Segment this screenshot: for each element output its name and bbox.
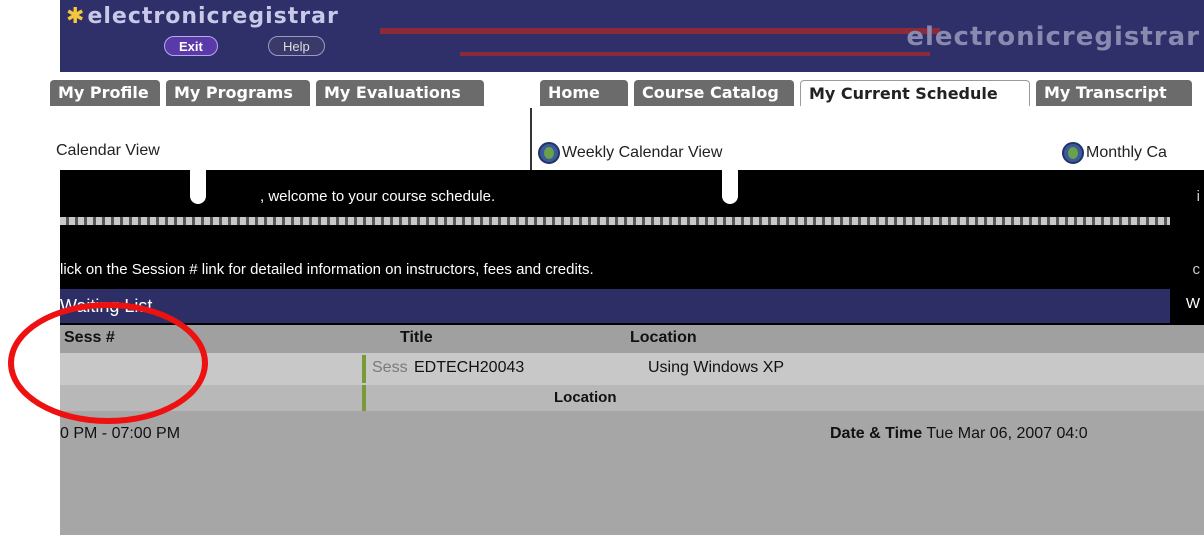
tab-my-evaluations[interactable]: My Evaluations: [316, 80, 484, 106]
brand-logo-right: electronicregistrar: [906, 22, 1200, 52]
garbled-text-line: [60, 217, 1170, 225]
weekly-calendar-view-label: Weekly Calendar View: [562, 144, 723, 162]
marker: [190, 164, 206, 204]
tab-row: My Profile My Programs My Evaluations Ho…: [50, 72, 1204, 108]
date-time-label: Date & Time: [830, 425, 923, 442]
logo-text: electronicregistrar: [87, 4, 339, 29]
location-label: Location: [554, 389, 617, 406]
date-time: Date & Time Tue Mar 06, 2007 04:0: [830, 425, 1088, 443]
session-label: Sess: [372, 359, 408, 376]
location-row: Location: [60, 385, 1204, 411]
clipped-text: W: [1185, 295, 1200, 312]
exit-button[interactable]: Exit: [164, 36, 218, 56]
tab-home[interactable]: Home: [540, 80, 628, 106]
schedule-content: , welcome to your course schedule. lick …: [60, 164, 1204, 535]
instruction-text: lick on the Session # link for detailed …: [60, 261, 594, 278]
monthly-calendar-view-label: Monthly Ca: [1086, 144, 1167, 162]
row-marker: [362, 385, 366, 411]
clipped-text: i: [1196, 188, 1200, 205]
tab-course-catalog[interactable]: Course Catalog: [634, 80, 794, 106]
globe-icon: [1062, 142, 1084, 164]
waiting-list-header: Waiting List: [60, 289, 1170, 323]
time-range: 0 PM - 07:00 PM: [60, 425, 181, 442]
col-title: Title: [400, 329, 433, 346]
marker: [722, 164, 738, 204]
help-button[interactable]: Help: [268, 36, 325, 56]
logo: ✱electronicregistrar: [66, 4, 339, 29]
tab-my-programs[interactable]: My Programs: [166, 80, 310, 106]
table-row: Sess EDTECH20043 Using Windows XP: [60, 353, 1204, 385]
tab-my-transcript[interactable]: My Transcript: [1036, 80, 1192, 106]
decorative-stripe: [380, 28, 940, 34]
calendar-view-link[interactable]: Calendar View: [56, 142, 160, 160]
course-title: Using Windows XP: [648, 359, 785, 376]
column-headers: Sess # Title Location: [60, 325, 1204, 353]
globe-icon: [538, 142, 560, 164]
decorative-stripe: [460, 52, 930, 56]
date-time-value: Tue Mar 06, 2007 04:0: [926, 425, 1088, 442]
spark-icon: ✱: [66, 4, 86, 29]
tab-my-profile[interactable]: My Profile: [50, 80, 160, 106]
tab-my-current-schedule[interactable]: My Current Schedule: [800, 80, 1030, 106]
monthly-calendar-view-link[interactable]: Monthly Ca: [1062, 142, 1167, 164]
welcome-message: , welcome to your course schedule.: [260, 188, 496, 205]
datetime-row: 0 PM - 07:00 PM Date & Time Tue Mar 06, …: [60, 411, 1204, 535]
session-number-link[interactable]: EDTECH20043: [414, 359, 524, 377]
view-divider: [530, 108, 532, 170]
view-bar: Calendar View Weekly Calendar View Month…: [56, 108, 1204, 170]
col-location: Location: [630, 329, 697, 346]
annotation-ellipse: [8, 302, 208, 424]
weekly-calendar-view-link[interactable]: Weekly Calendar View: [538, 142, 722, 164]
clipped-text: c: [1192, 261, 1201, 278]
top-banner: ✱electronicregistrar electronicregistrar…: [60, 0, 1204, 72]
row-marker: [362, 355, 366, 383]
